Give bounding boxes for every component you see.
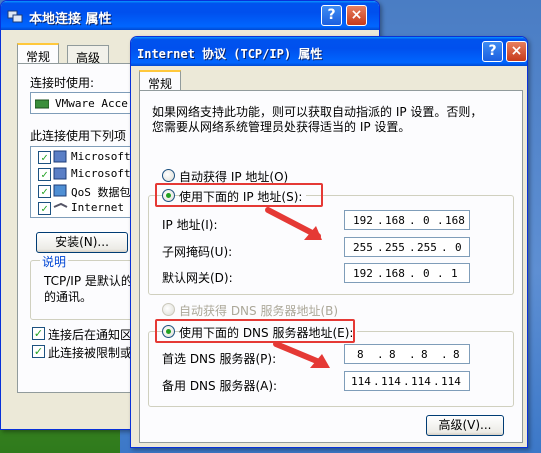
install-button-label: 安装(N)... [55, 235, 109, 249]
front-tab-general[interactable]: 常规 [139, 70, 182, 91]
notify-label: 此连接被限制或 [48, 346, 133, 360]
pdns-octet-2: 8 [389, 348, 396, 361]
alternate-dns-label: 备用 DNS 服务器(A): [162, 379, 278, 393]
description-group-label: 说明 [40, 253, 69, 270]
ip-dot-3: . [437, 214, 444, 227]
gateway-octet-2: 168 [385, 267, 405, 280]
subnet-label: 子网掩码(U): [162, 245, 233, 259]
ip-octet-1: 192 [353, 214, 373, 227]
adns-octet-1: 114 [351, 375, 371, 388]
back-window-titlebar[interactable]: 本地连接 属性 ? × [1, 1, 379, 30]
manual-dns-highlight [155, 319, 355, 343]
front-tab-panel: 如果网络支持此功能，则可以获取自动指派的 IP 设置。否则， 您需要从网络系统管… [139, 90, 523, 443]
auto-dns-radio[interactable] [162, 303, 175, 316]
component-icons [53, 150, 68, 208]
description-text-1: TCP/IP 是默认的 [44, 274, 133, 288]
subnet-octet-3: 255 [417, 241, 437, 254]
gateway-dot-1: . [377, 267, 384, 280]
gateway-dot-3: . [437, 267, 444, 280]
subnet-dot-2: . [409, 241, 416, 254]
adapter-name: VMware Acce [55, 97, 128, 110]
back-window-title: 本地连接 属性 [29, 12, 112, 27]
pdns-octet-1: 8 [357, 348, 364, 361]
back-close-button[interactable]: × [346, 5, 367, 26]
component-label-3: QoS 数据包 [71, 186, 131, 199]
subnet-octet-2: 255 [385, 241, 405, 254]
preferred-dns-label: 首选 DNS 服务器(P): [162, 352, 277, 366]
advanced-button[interactable]: 高级(V)... [426, 415, 504, 436]
subnet-octet-1: 255 [353, 241, 373, 254]
component-checkbox-2[interactable]: ✓ [38, 168, 51, 181]
ip-address-field[interactable]: 192 . 168 . 0 . 168 [344, 210, 470, 230]
adapter-icon [35, 99, 49, 109]
adns-dot-3: . [433, 375, 440, 388]
component-checkbox-1[interactable]: ✓ [38, 151, 51, 164]
subnet-field[interactable]: 255 . 255 . 255 . 0 [344, 237, 470, 257]
front-help-button[interactable]: ? [482, 41, 503, 62]
advanced-button-label: 高级(V)... [438, 418, 492, 432]
ip-address-label: IP 地址(I): [162, 218, 218, 232]
connect-using-label: 连接时使用: [30, 76, 95, 90]
subnet-dot-3: . [441, 241, 448, 254]
auto-dns-label: 自动获得 DNS 服务器地址(B) [179, 304, 339, 318]
adns-octet-3: 114 [411, 375, 431, 388]
show-icon-label: 连接后在通知区 [48, 328, 133, 342]
back-help-button[interactable]: ? [321, 5, 342, 26]
show-icon-checkbox[interactable]: ✓ [32, 327, 45, 340]
notify-checkbox[interactable]: ✓ [32, 345, 45, 358]
back-tab-advanced[interactable]: 高级 [67, 45, 110, 65]
description-text-2: 的通讯。 [44, 290, 93, 304]
ip-dot-1: . [377, 214, 384, 227]
auto-ip-radio[interactable] [162, 169, 175, 182]
ip-octet-4: 168 [445, 214, 465, 227]
preferred-dns-field[interactable]: 8 . 8 . 8 . 8 [344, 344, 470, 364]
subnet-octet-4: 0 [455, 241, 462, 254]
gateway-label: 默认网关(D): [162, 271, 233, 285]
ip-octet-2: 168 [385, 214, 405, 227]
subnet-dot-1: . [377, 241, 384, 254]
gateway-octet-3: 0 [423, 267, 430, 280]
component-label-2: Microsoft [71, 167, 131, 180]
pdns-dot-2: . [409, 348, 416, 361]
install-button[interactable]: 安装(N)... [36, 232, 128, 253]
components-list[interactable]: ✓ Microsoft ✓ Microsoft ✓ QoS 数据包 ✓ Inte… [30, 146, 140, 218]
gateway-field[interactable]: 192 . 168 . 0 . 1 [344, 263, 470, 283]
gateway-octet-4: 1 [451, 267, 458, 280]
adapter-field: VMware Acce [30, 92, 140, 114]
manual-ip-highlight [155, 183, 323, 207]
intro-text-line-2: 您需要从网络系统管理员处获得适当的 IP 设置。 [152, 120, 411, 134]
adns-dot-1: . [373, 375, 380, 388]
ip-dot-2: . [409, 214, 416, 227]
front-window-titlebar[interactable]: Internet 协议 (TCP/IP) 属性 ? × [131, 37, 527, 66]
front-close-button[interactable]: × [506, 41, 527, 62]
back-tab-general-label: 常规 [26, 50, 51, 64]
back-tab-general[interactable]: 常规 [17, 43, 60, 64]
component-checkbox-3[interactable]: ✓ [38, 185, 51, 198]
component-label-1: Microsoft [71, 150, 131, 163]
pdns-octet-4: 8 [453, 348, 460, 361]
gateway-dot-2: . [409, 267, 416, 280]
adns-octet-2: 114 [381, 375, 401, 388]
gateway-octet-1: 192 [353, 267, 373, 280]
ip-octet-3: 0 [423, 214, 430, 227]
pdns-dot-1: . [377, 348, 384, 361]
adns-dot-2: . [403, 375, 410, 388]
component-checkbox-4[interactable]: ✓ [38, 202, 51, 215]
alternate-dns-field[interactable]: 114 . 114 . 114 . 114 [344, 371, 470, 391]
network-connection-icon [7, 10, 23, 23]
pdns-octet-3: 8 [421, 348, 428, 361]
tcpip-properties-window: Internet 协议 (TCP/IP) 属性 ? × 常规 如果网络支持此功能… [130, 36, 528, 448]
component-label-4: Internet [71, 201, 124, 214]
components-label: 此连接使用下列项 [30, 129, 127, 143]
front-window-title: Internet 协议 (TCP/IP) 属性 [137, 47, 323, 61]
adns-octet-4: 114 [441, 375, 461, 388]
pdns-dot-3: . [441, 348, 448, 361]
front-tab-general-label: 常规 [148, 77, 173, 91]
